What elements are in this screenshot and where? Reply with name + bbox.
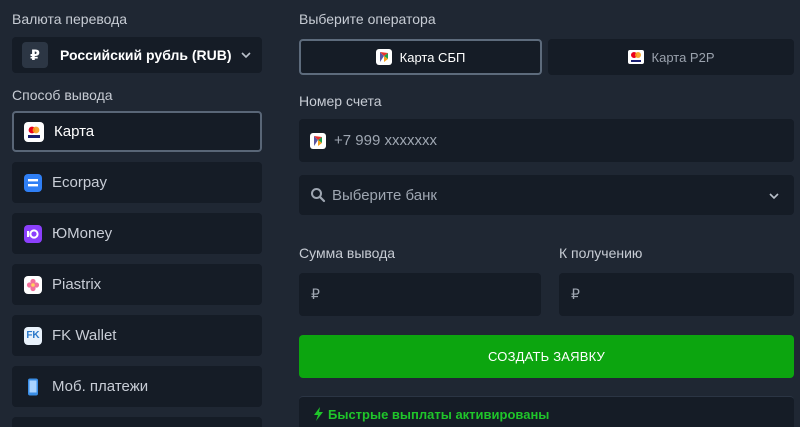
receive-amount-label: К получению (559, 245, 643, 261)
fk-wallet-icon: FK (24, 326, 42, 345)
ruble-sign: ₽ (571, 286, 580, 302)
account-field[interactable]: +7 999 xxxxxxx (299, 119, 794, 162)
bank-placeholder: Выберите банк (332, 186, 437, 204)
withdraw-amount-field[interactable]: ₽ (299, 273, 541, 316)
bank-select[interactable]: Выберите банк (299, 175, 794, 215)
method-label: FK Wallet (52, 327, 117, 344)
ruble-icon: ₽ (22, 42, 48, 68)
account-placeholder: +7 999 xxxxxxx (334, 132, 437, 149)
method-mobile[interactable]: Моб. платежи (12, 366, 262, 407)
method-ecorpay[interactable]: Ecorpay (12, 162, 262, 203)
currency-title: Валюта перевода (12, 11, 128, 27)
tab-label: Карта P2P (651, 49, 715, 65)
method-label: ЮMoney (52, 225, 113, 242)
sbp-icon (375, 49, 392, 65)
currency-symbol: ₽ (30, 46, 40, 63)
method-label: Piastrix (52, 276, 102, 293)
tab-p2p[interactable]: Карта P2P (548, 39, 794, 75)
method-label: Карта (54, 123, 95, 140)
account-title: Номер счета (299, 93, 382, 109)
search-icon (310, 187, 326, 203)
method-yoomoney[interactable]: ЮMoney (12, 213, 262, 254)
banner-text: Быстрые выплаты активированы (328, 407, 550, 422)
operator-title: Выберите оператора (299, 11, 436, 27)
phone-icon (24, 378, 42, 396)
method-piastrix[interactable]: Piastrix (12, 264, 262, 305)
currency-value: Российский рубль (RUB) (60, 47, 232, 63)
chevron-down-icon (240, 48, 252, 66)
sbp-icon (310, 132, 326, 149)
create-request-label: СОЗДАТЬ ЗАЯВКУ (488, 349, 605, 364)
tab-sbp[interactable]: Карта СБП (299, 39, 542, 75)
method-card[interactable]: Карта (12, 111, 262, 152)
method-more[interactable] (12, 417, 262, 427)
yoomoney-icon (24, 224, 42, 243)
card-icon (627, 50, 644, 64)
piastrix-icon (24, 275, 42, 294)
fast-payout-banner: Быстрые выплаты активированы (299, 396, 794, 427)
method-label: Ecorpay (52, 174, 108, 191)
chevron-down-icon (768, 189, 780, 206)
card-icon (24, 121, 44, 142)
method-label: Моб. платежи (52, 378, 149, 395)
withdraw-amount-label: Сумма вывода (299, 245, 396, 261)
currency-select[interactable]: ₽ Российский рубль (RUB) (12, 37, 262, 73)
lightning-icon (313, 407, 324, 421)
withdraw-title: Способ вывода (12, 87, 113, 103)
method-fk-wallet[interactable]: FK FK Wallet (12, 315, 262, 356)
receive-amount-field[interactable]: ₽ (559, 273, 794, 316)
ecorpay-icon (24, 173, 42, 192)
create-request-button[interactable]: СОЗДАТЬ ЗАЯВКУ (299, 335, 794, 378)
ruble-sign: ₽ (311, 286, 320, 302)
tab-label: Карта СБП (399, 49, 466, 65)
